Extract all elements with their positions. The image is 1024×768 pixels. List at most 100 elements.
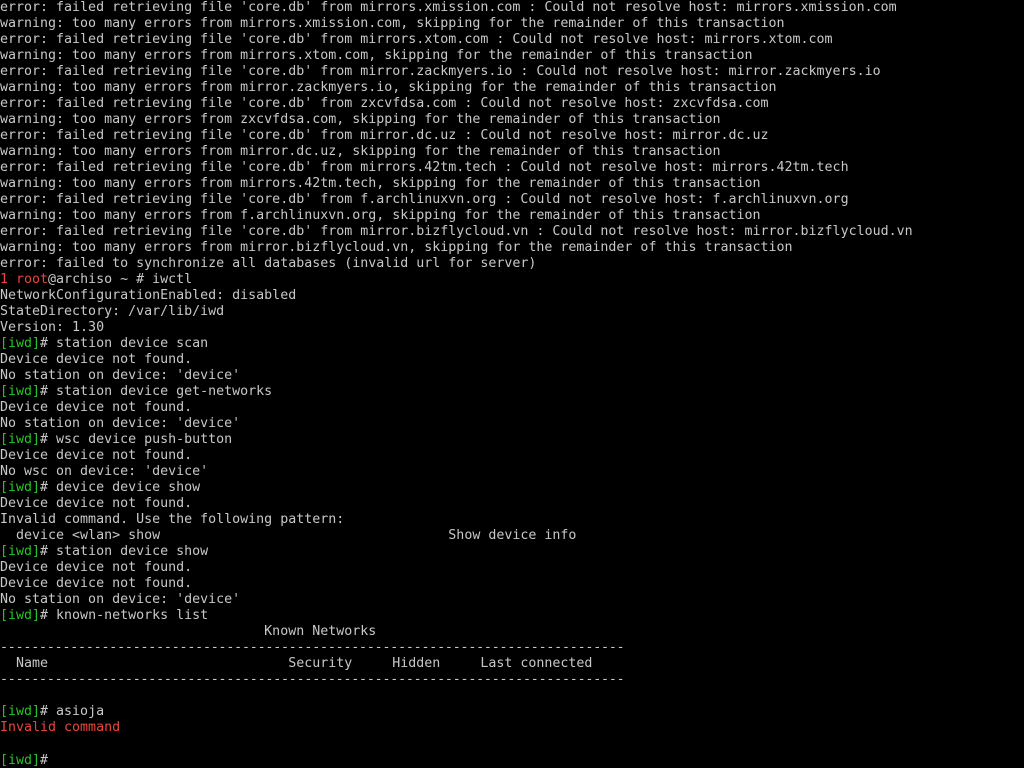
terminal-line: error: failed retrieving file 'core.db' …	[0, 32, 1024, 48]
terminal-line: [iwd]# station device show	[0, 544, 1024, 560]
terminal-text: Name Security Hidden Last connected	[0, 656, 593, 671]
iwd-prompt: [iwd]	[0, 480, 41, 495]
terminal-text: error: failed retrieving file 'core.db' …	[0, 32, 833, 47]
terminal-text: No wsc on device: 'device'	[0, 464, 209, 479]
terminal-text: # station device show	[40, 544, 209, 559]
terminal-text: @archiso ~ # iwctl	[48, 272, 193, 287]
terminal-line: [iwd]# asioja	[0, 704, 1024, 720]
terminal-line: Device device not found.	[0, 352, 1024, 368]
error-text: root	[16, 272, 49, 287]
terminal-text: device <wlan> show Show device info	[0, 528, 577, 543]
terminal-line: warning: too many errors from mirrors.42…	[0, 176, 1024, 192]
terminal-line: Version: 1.30	[0, 320, 1024, 336]
terminal-line: device <wlan> show Show device info	[0, 528, 1024, 544]
terminal-line: error: failed retrieving file 'core.db' …	[0, 0, 1024, 16]
terminal-line: [iwd]# station device get-networks	[0, 384, 1024, 400]
terminal-text: error: failed retrieving file 'core.db' …	[0, 224, 913, 239]
terminal-line: Device device not found.	[0, 448, 1024, 464]
terminal-line: StateDirectory: /var/lib/iwd	[0, 304, 1024, 320]
terminal-text: warning: too many errors from mirror.dc.…	[0, 144, 721, 159]
terminal-text: warning: too many errors from mirrors.xm…	[0, 16, 785, 31]
iwd-prompt: [iwd]	[0, 384, 41, 399]
terminal-line: error: failed retrieving file 'core.db' …	[0, 64, 1024, 80]
terminal-line: [iwd]#	[0, 752, 1024, 768]
terminal-text: Version: 1.30	[0, 320, 105, 335]
terminal-line: Name Security Hidden Last connected	[0, 656, 1024, 672]
terminal-line: NetworkConfigurationEnabled: disabled	[0, 288, 1024, 304]
terminal-line: Known Networks	[0, 624, 1024, 640]
terminal-text: error: failed retrieving file 'core.db' …	[0, 96, 769, 111]
terminal-text: Device device not found.	[0, 496, 193, 511]
terminal-text: error: failed to synchronize all databas…	[0, 256, 537, 271]
terminal-text: warning: too many errors from mirror.zac…	[0, 80, 777, 95]
error-text: 1	[0, 272, 17, 287]
terminal-text: Device device not found.	[0, 352, 193, 367]
terminal-line: warning: too many errors from f.archlinu…	[0, 208, 1024, 224]
terminal-text: No station on device: 'device'	[0, 592, 241, 607]
terminal-text: warning: too many errors from mirror.biz…	[0, 240, 793, 255]
terminal-text: # wsc device push-button	[40, 432, 233, 447]
terminal-line: ----------------------------------------…	[0, 672, 1024, 688]
terminal-line: 1 root@archiso ~ # iwctl	[0, 272, 1024, 288]
terminal-line: Device device not found.	[0, 496, 1024, 512]
terminal-line: error: failed to synchronize all databas…	[0, 256, 1024, 272]
terminal-text: Device device not found.	[0, 400, 193, 415]
terminal-line: warning: too many errors from mirror.zac…	[0, 80, 1024, 96]
terminal-text: warning: too many errors from mirrors.42…	[0, 176, 761, 191]
terminal-text: warning: too many errors from zxcvfdsa.c…	[0, 112, 721, 127]
terminal-text: error: failed retrieving file 'core.db' …	[0, 160, 849, 175]
terminal-text: No station on device: 'device'	[0, 368, 241, 383]
terminal-line: warning: too many errors from zxcvfdsa.c…	[0, 112, 1024, 128]
terminal-line: warning: too many errors from mirror.biz…	[0, 240, 1024, 256]
terminal-line: warning: too many errors from mirrors.xm…	[0, 16, 1024, 32]
terminal-line: warning: too many errors from mirror.dc.…	[0, 144, 1024, 160]
terminal-text: NetworkConfigurationEnabled: disabled	[0, 288, 297, 303]
terminal-line: Device device not found.	[0, 560, 1024, 576]
terminal-line: [iwd]# wsc device push-button	[0, 432, 1024, 448]
terminal-text: Device device not found.	[0, 576, 193, 591]
terminal-text: #	[40, 753, 57, 768]
terminal-text: # asioja	[40, 704, 105, 719]
terminal-text: Invalid command. Use the following patte…	[0, 512, 345, 527]
iwd-prompt: [iwd]	[0, 432, 41, 447]
iwd-prompt: [iwd]	[0, 608, 41, 623]
terminal-line: Device device not found.	[0, 400, 1024, 416]
terminal-line: error: failed retrieving file 'core.db' …	[0, 192, 1024, 208]
terminal-console[interactable]: error: failed retrieving file 'core.db' …	[0, 0, 1024, 768]
terminal-line: Invalid command. Use the following patte…	[0, 512, 1024, 528]
terminal-text: # device device show	[40, 480, 201, 495]
terminal-line: [iwd]# known-networks list	[0, 608, 1024, 624]
terminal-line: No station on device: 'device'	[0, 416, 1024, 432]
terminal-line: error: failed retrieving file 'core.db' …	[0, 128, 1024, 144]
text-cursor	[56, 752, 64, 766]
terminal-line: error: failed retrieving file 'core.db' …	[0, 224, 1024, 240]
terminal-line: error: failed retrieving file 'core.db' …	[0, 160, 1024, 176]
terminal-text: # known-networks list	[40, 608, 209, 623]
terminal-text: # station device get-networks	[40, 384, 273, 399]
iwd-prompt: [iwd]	[0, 704, 41, 719]
terminal-text: ----------------------------------------…	[0, 672, 625, 687]
terminal-text: StateDirectory: /var/lib/iwd	[0, 304, 225, 319]
terminal-line: warning: too many errors from mirrors.xt…	[0, 48, 1024, 64]
terminal-line: ----------------------------------------…	[0, 640, 1024, 656]
terminal-text: error: failed retrieving file 'core.db' …	[0, 192, 849, 207]
error-text: Invalid command	[0, 720, 121, 735]
iwd-prompt: [iwd]	[0, 544, 41, 559]
iwd-prompt: [iwd]	[0, 753, 41, 768]
terminal-text: error: failed retrieving file 'core.db' …	[0, 64, 881, 79]
terminal-line: No wsc on device: 'device'	[0, 464, 1024, 480]
terminal-text: No station on device: 'device'	[0, 416, 241, 431]
terminal-text: error: failed retrieving file 'core.db' …	[0, 128, 769, 143]
terminal-text: error: failed retrieving file 'core.db' …	[0, 0, 897, 15]
terminal-line: error: failed retrieving file 'core.db' …	[0, 96, 1024, 112]
iwd-prompt: [iwd]	[0, 336, 41, 351]
terminal-text: Known Networks	[0, 624, 377, 639]
terminal-line: Device device not found.	[0, 576, 1024, 592]
terminal-text: ----------------------------------------…	[0, 640, 625, 655]
terminal-text: Device device not found.	[0, 560, 193, 575]
terminal-line: Invalid command	[0, 720, 1024, 736]
terminal-text: Device device not found.	[0, 448, 193, 463]
terminal-line: [iwd]# station device scan	[0, 336, 1024, 352]
